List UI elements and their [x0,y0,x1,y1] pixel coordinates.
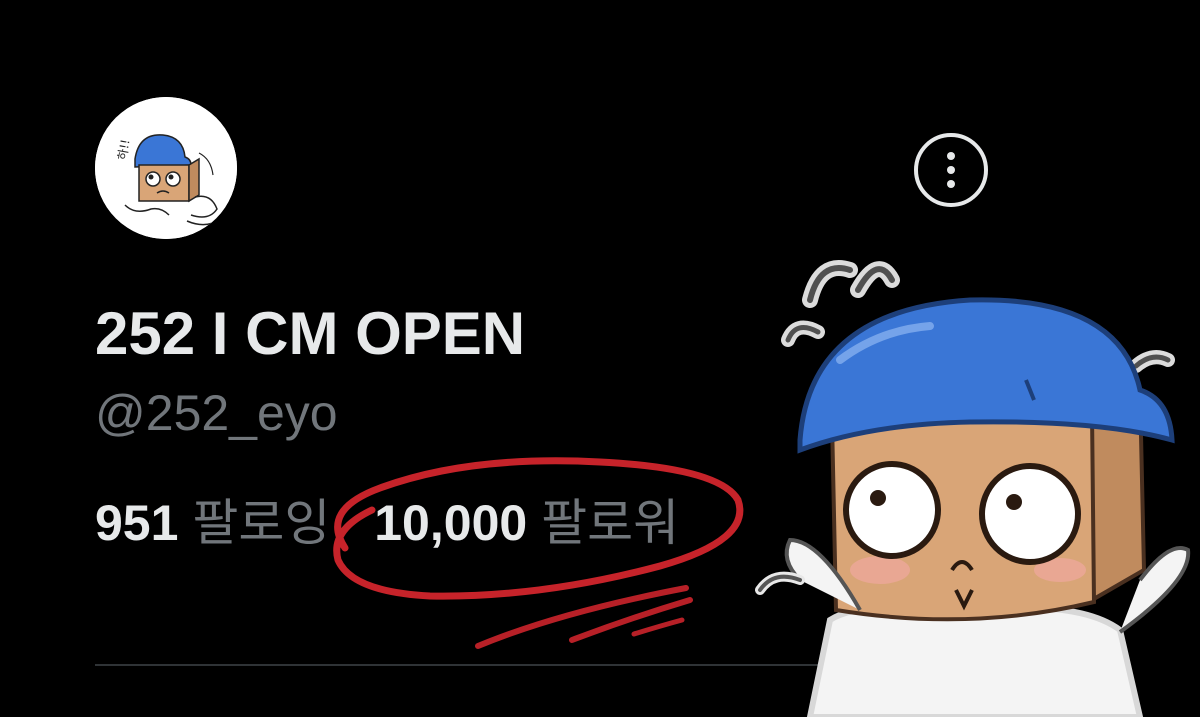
follow-stats: 951 팔로잉 10,000 팔로워 [95,494,679,552]
surprised-box-character-icon [755,260,1191,717]
followers-label: 팔로워 [541,495,680,551]
more-options-button[interactable] [914,133,988,207]
avatar-illustration [95,97,237,239]
profile-handle: @252_eyo [95,385,338,441]
following-link[interactable]: 951 팔로잉 [95,494,330,552]
followers-count: 10,000 [374,495,528,551]
following-count: 951 [95,495,179,551]
profile-display-name: 252 I CM OPEN [95,300,526,367]
avatar-doodle-text: 하!! [115,138,133,161]
profile-screen: 하!! 252 I CM OPEN @252_eyo 951 팔로잉 10,00… [0,0,1200,717]
surprised-character-sticker [740,240,1200,717]
profile-avatar[interactable]: 하!! [95,97,237,239]
more-vertical-icon [947,152,955,188]
followers-link[interactable]: 10,000 팔로워 [374,494,679,552]
following-label: 팔로잉 [192,495,331,551]
